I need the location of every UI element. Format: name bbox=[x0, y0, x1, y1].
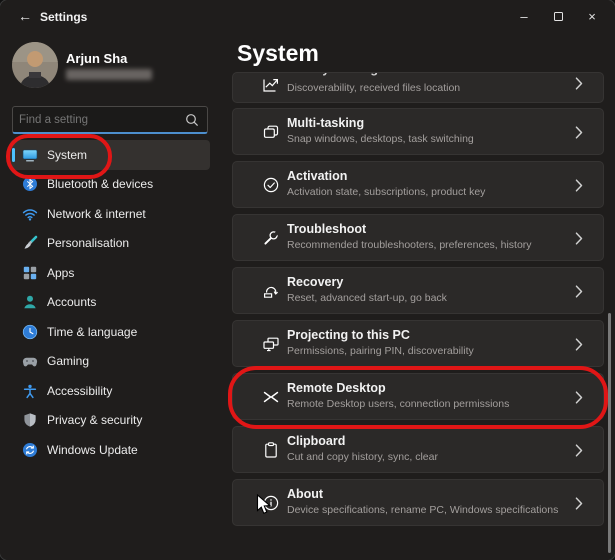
apps-icon bbox=[22, 265, 38, 281]
sidebar-nav: System Bluetooth & devices Network & int… bbox=[10, 140, 210, 465]
titlebar: ← Settings – × bbox=[0, 0, 615, 32]
sidebar-item-accessibility[interactable]: Accessibility bbox=[10, 376, 210, 406]
settings-item-nearby-sharing[interactable]: Nearby sharing Discoverability, received… bbox=[232, 72, 604, 103]
chevron-right-icon bbox=[575, 232, 583, 245]
chevron-right-icon bbox=[575, 444, 583, 457]
time-language-icon bbox=[22, 324, 38, 340]
chevron-right-icon bbox=[575, 285, 583, 298]
maximize-icon bbox=[553, 11, 563, 21]
chevron-right-icon bbox=[575, 126, 583, 139]
sidebar-item-network-internet[interactable]: Network & internet bbox=[10, 199, 210, 229]
search-box bbox=[12, 106, 208, 134]
settings-item-troubleshoot[interactable]: Troubleshoot Recommended troubleshooters… bbox=[232, 214, 604, 261]
settings-item-clipboard[interactable]: Clipboard Cut and copy history, sync, cl… bbox=[232, 426, 604, 473]
chevron-right-icon bbox=[575, 77, 583, 90]
nearby-sharing-icon bbox=[262, 75, 280, 93]
settings-item-activation[interactable]: Activation Activation state, subscriptio… bbox=[232, 161, 604, 208]
settings-item-remote-desktop[interactable]: Remote Desktop Remote Desktop users, con… bbox=[232, 373, 604, 420]
accessibility-icon bbox=[22, 383, 38, 399]
chevron-right-icon bbox=[575, 391, 583, 404]
projecting-icon bbox=[262, 335, 280, 353]
chevron-right-icon bbox=[575, 179, 583, 192]
recovery-icon bbox=[262, 282, 280, 300]
personalisation-icon bbox=[22, 235, 38, 251]
multitasking-icon bbox=[262, 123, 280, 141]
activation-icon bbox=[262, 176, 280, 194]
window-controls: – × bbox=[507, 0, 609, 32]
maximize-button[interactable] bbox=[541, 0, 575, 32]
close-button[interactable]: × bbox=[575, 0, 609, 32]
chevron-right-icon bbox=[575, 338, 583, 351]
minimize-button[interactable]: – bbox=[507, 0, 541, 32]
network-icon bbox=[22, 206, 38, 222]
back-button[interactable]: ← bbox=[14, 7, 36, 25]
sidebar-item-time-language[interactable]: Time & language bbox=[10, 317, 210, 347]
search-icon[interactable] bbox=[185, 113, 199, 127]
user-name: Arjun Sha bbox=[66, 51, 128, 66]
avatar bbox=[12, 42, 58, 88]
clipboard-icon bbox=[262, 441, 280, 459]
bluetooth-icon bbox=[22, 176, 38, 192]
chevron-right-icon bbox=[575, 497, 583, 510]
gaming-icon bbox=[22, 353, 38, 369]
settings-item-about[interactable]: About Device specifications, rename PC, … bbox=[232, 479, 604, 526]
mouse-cursor bbox=[256, 493, 273, 516]
remote-desktop-icon bbox=[262, 388, 280, 406]
sidebar-item-system[interactable]: System bbox=[10, 140, 210, 170]
settings-item-recovery[interactable]: Recovery Reset, advanced start-up, go ba… bbox=[232, 267, 604, 314]
app-title: Settings bbox=[40, 10, 88, 24]
sidebar-item-bluetooth-devices[interactable]: Bluetooth & devices bbox=[10, 170, 210, 200]
sidebar-item-accounts[interactable]: Accounts bbox=[10, 288, 210, 318]
windows-update-icon bbox=[22, 442, 38, 458]
sidebar-item-personalisation[interactable]: Personalisation bbox=[10, 229, 210, 259]
sidebar-item-privacy-security[interactable]: Privacy & security bbox=[10, 406, 210, 436]
privacy-icon bbox=[22, 412, 38, 428]
troubleshoot-icon bbox=[262, 229, 280, 247]
sidebar-item-windows-update[interactable]: Windows Update bbox=[10, 435, 210, 465]
system-icon bbox=[22, 147, 38, 163]
selected-indicator bbox=[12, 147, 15, 162]
settings-window: ← Settings – × Arjun Sha System Bl bbox=[0, 0, 615, 560]
sidebar-item-apps[interactable]: Apps bbox=[10, 258, 210, 288]
accounts-icon bbox=[22, 294, 38, 310]
sidebar-item-gaming[interactable]: Gaming bbox=[10, 347, 210, 377]
search-input[interactable] bbox=[13, 113, 185, 126]
scrollbar-thumb[interactable] bbox=[608, 313, 611, 553]
settings-item-projecting[interactable]: Projecting to this PC Permissions, pairi… bbox=[232, 320, 604, 367]
page-title: System bbox=[237, 40, 319, 66]
settings-item-multi-tasking[interactable]: Multi-tasking Snap windows, desktops, ta… bbox=[232, 108, 604, 155]
user-email-redacted bbox=[66, 69, 152, 80]
